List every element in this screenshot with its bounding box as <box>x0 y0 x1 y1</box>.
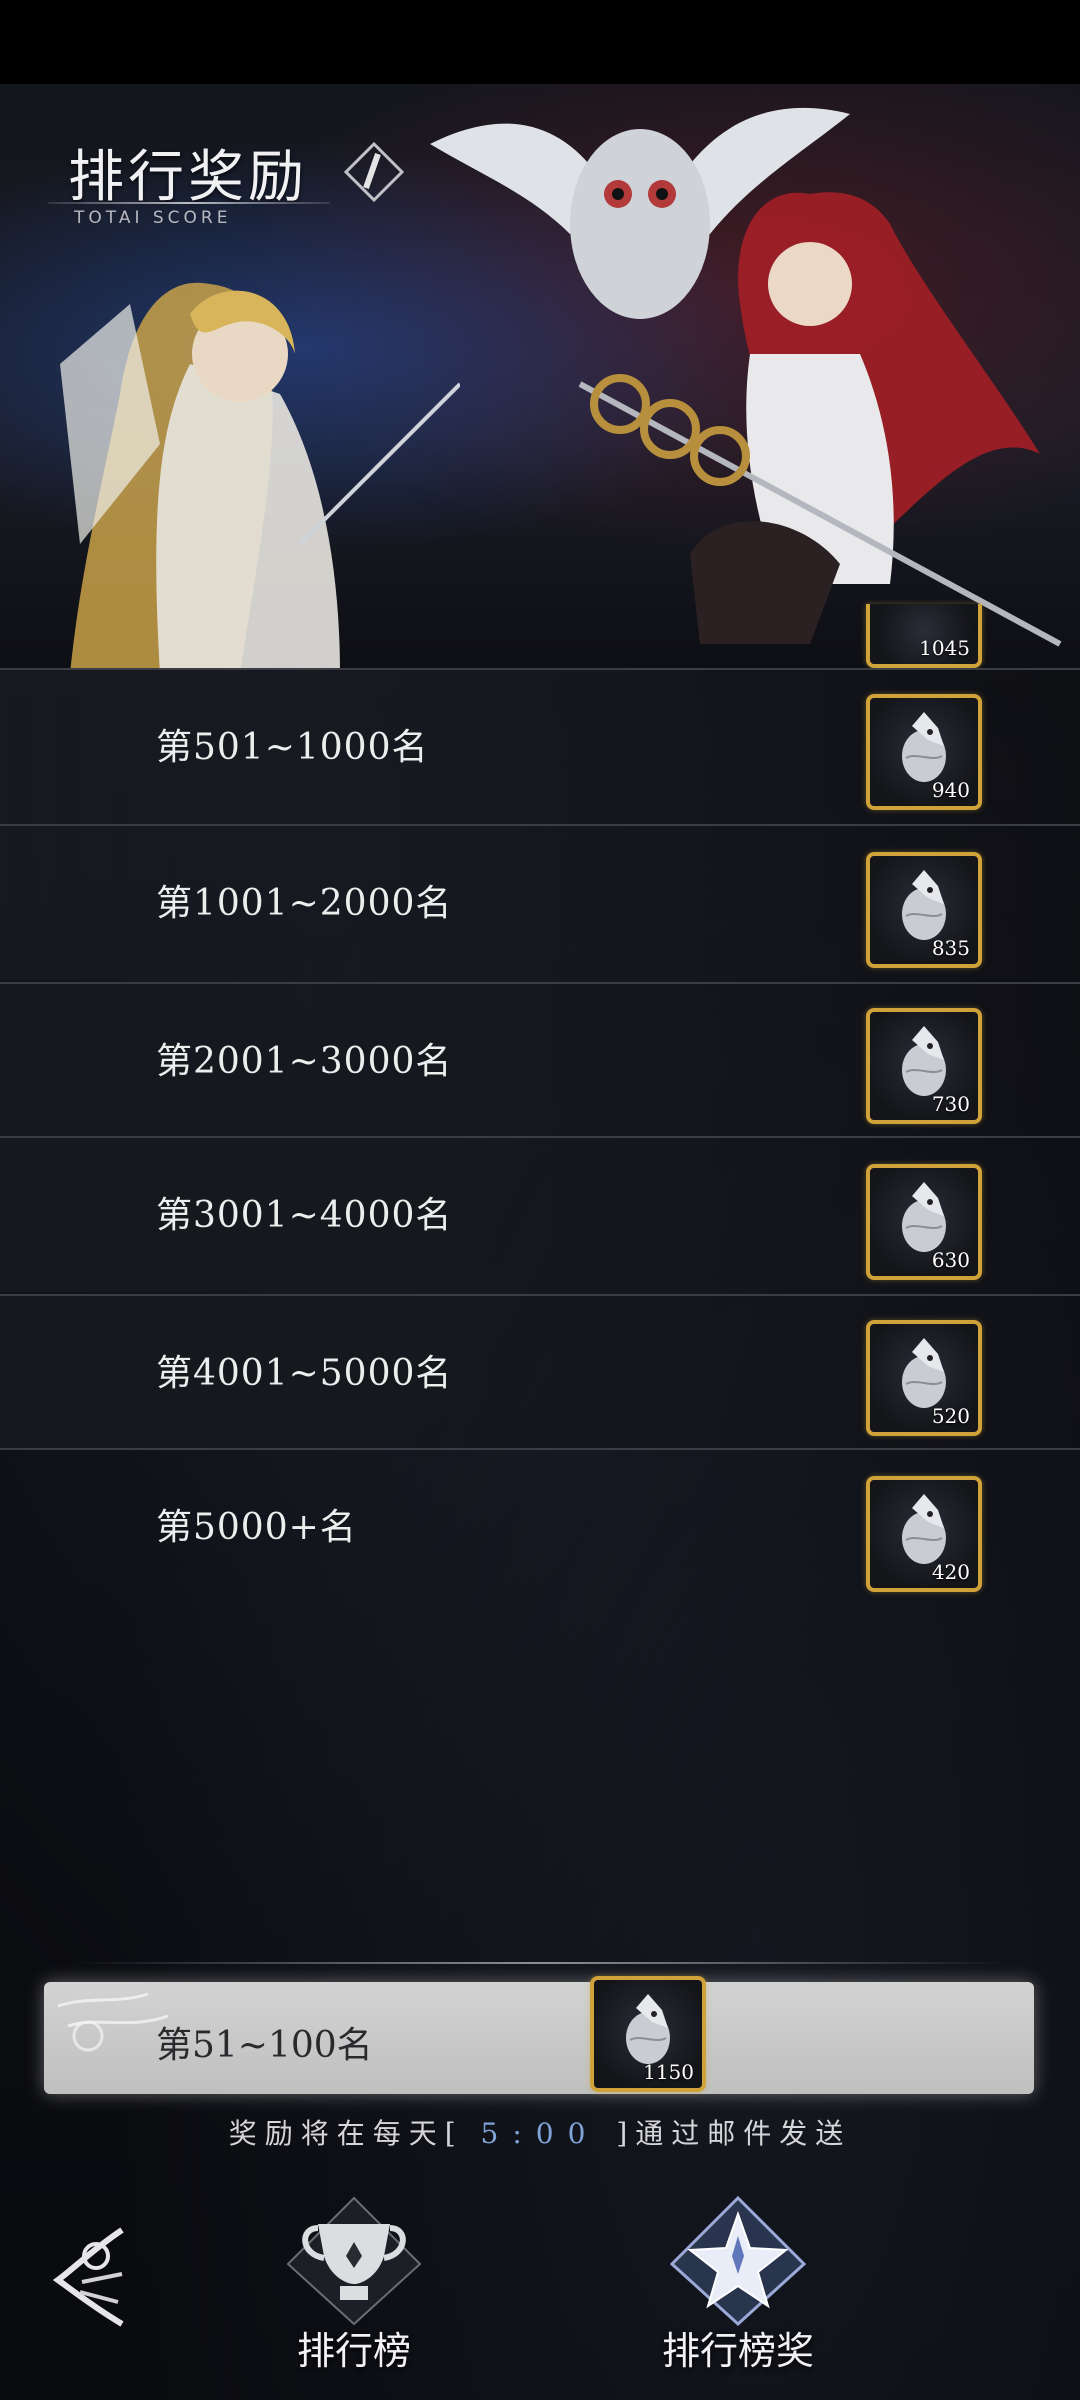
page-title: 排行奖励 <box>68 145 308 210</box>
rose-back-icon[interactable] <box>52 2220 142 2330</box>
rank-range-label: 第501~1000名 <box>156 727 429 768</box>
tab-ranking-label: 排行榜 <box>296 2329 411 2373</box>
reward-count: 630 <box>931 1248 970 1272</box>
reward-item[interactable]: 730 <box>866 1008 982 1124</box>
reward-count: 730 <box>931 1092 970 1116</box>
rank-row: 第4001~5000名 520 <box>0 1294 1080 1450</box>
rank-row: 第5000+名 420 <box>0 1448 1080 1604</box>
rank-range-label: 第4001~5000名 <box>156 1353 453 1394</box>
heroine-left-illustration <box>60 282 460 670</box>
reward-item[interactable]: 835 <box>866 852 982 968</box>
divider <box>72 1962 1008 1964</box>
heroine-right-illustration <box>578 192 1062 647</box>
trophy-icon <box>286 2196 422 2326</box>
reward-item[interactable]: 1150 <box>590 1976 706 2092</box>
reward-count: 420 <box>931 1560 970 1584</box>
notice-text-after: ]通过邮件发送 <box>616 2117 852 2150</box>
title-underline <box>48 202 330 204</box>
reward-count: 1150 <box>643 2060 694 2084</box>
reward-count: 940 <box>931 778 970 802</box>
rank-range-label: 第1001~2000名 <box>156 883 453 924</box>
rank-row: 第501~1000名 940 <box>0 668 1080 824</box>
reward-item[interactable]: 1045 <box>866 604 982 668</box>
page-subtitle: TOTAI SCORE <box>74 208 232 228</box>
reward-count: 835 <box>931 936 970 960</box>
tab-ranking[interactable]: 排行榜 <box>264 2196 444 2396</box>
mail-notice: 奖励将在每天[ 5:00 ]通过邮件发送 <box>0 2112 1080 2152</box>
notice-time: 5:00 <box>480 2117 600 2150</box>
rank-row: 第3001~4000名 630 <box>0 1136 1080 1292</box>
reward-item[interactable]: 630 <box>866 1164 982 1280</box>
header-banner: 排行奖励 TOTAI SCORE 1045 <box>0 84 1080 670</box>
notice-text-before: 奖励将在每天[ <box>228 2117 464 2150</box>
tab-ranking-rewards-label: 排行榜奖 <box>661 2329 814 2373</box>
rank-range-label: 第3001~4000名 <box>156 1195 453 1236</box>
rank-range-label: 第2001~3000名 <box>156 1041 453 1082</box>
reward-item[interactable]: 940 <box>866 694 982 810</box>
reward-item[interactable]: 420 <box>866 1476 982 1592</box>
status-bar <box>0 0 1080 84</box>
rank-row: 第1001~2000名 835 <box>0 824 1080 980</box>
my-rank-label: 第51~100名 <box>156 2025 373 2066</box>
rank-range-label: 第5000+名 <box>156 1507 357 1548</box>
reward-count: 520 <box>931 1404 970 1428</box>
reward-count: 1045 <box>919 636 970 660</box>
title-diamond-icon <box>344 142 404 202</box>
my-rank-bar: 第51~100名 1150 <box>44 1976 1034 2094</box>
tab-ranking-rewards[interactable]: 排行榜奖 <box>648 2196 828 2396</box>
rank-row: 第2001~3000名 730 <box>0 982 1080 1138</box>
star-badge-icon <box>670 2196 806 2326</box>
reward-item[interactable]: 520 <box>866 1320 982 1436</box>
